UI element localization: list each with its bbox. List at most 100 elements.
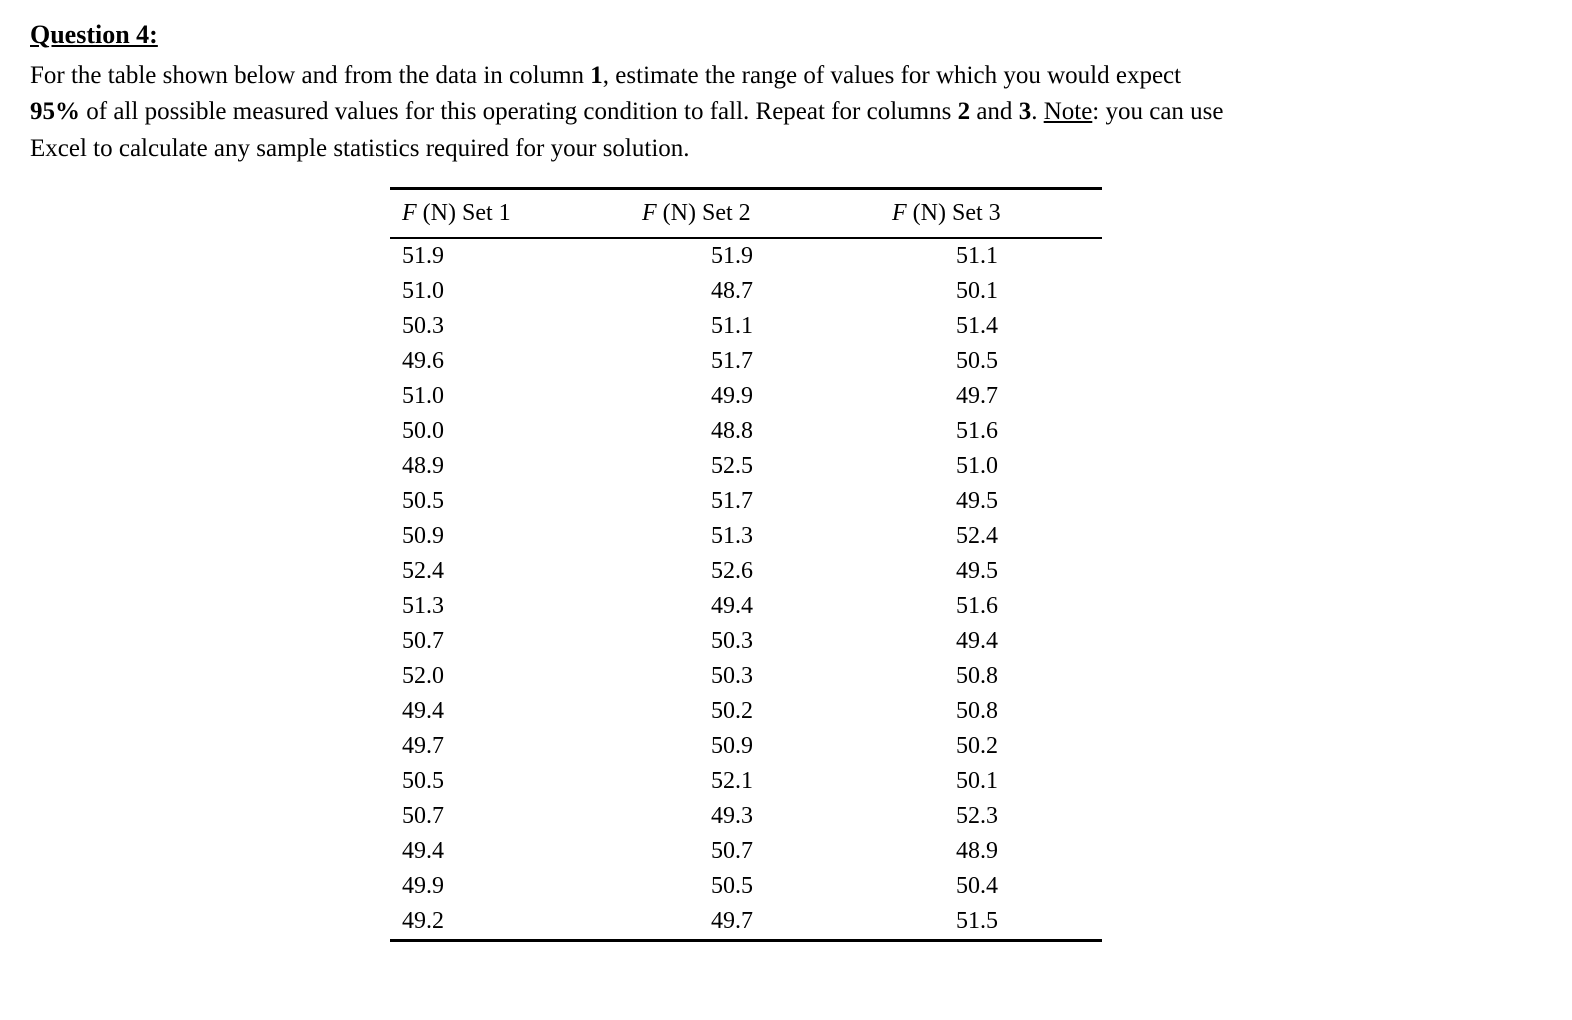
cell-set1: 51.0 (390, 379, 612, 414)
table-row: 50.750.349.4 (390, 624, 1102, 659)
cell-set2: 51.1 (612, 309, 852, 344)
cell-set1: 50.7 (390, 799, 612, 834)
table-row: 52.050.350.8 (390, 659, 1102, 694)
header-rest-1: (N) Set 1 (417, 200, 511, 226)
cell-set3: 50.4 (852, 869, 1102, 904)
cell-set3: 48.9 (852, 834, 1102, 869)
table-row: 50.951.352.4 (390, 519, 1102, 554)
table-row: 49.750.950.2 (390, 729, 1102, 764)
cell-set1: 49.9 (390, 869, 612, 904)
cell-set2: 51.7 (612, 344, 852, 379)
cell-set1: 49.6 (390, 344, 612, 379)
table-row: 50.351.151.4 (390, 309, 1102, 344)
table-row: 49.651.750.5 (390, 344, 1102, 379)
cell-set1: 49.4 (390, 694, 612, 729)
table-row: 50.048.851.6 (390, 414, 1102, 449)
body-text-4: and (970, 98, 1019, 125)
cell-set3: 51.0 (852, 449, 1102, 484)
cell-set2: 52.5 (612, 449, 852, 484)
cell-set2: 51.9 (612, 238, 852, 274)
cell-set3: 50.1 (852, 764, 1102, 799)
cell-set2: 50.9 (612, 729, 852, 764)
cell-set2: 52.6 (612, 554, 852, 589)
cell-set1: 50.3 (390, 309, 612, 344)
bold-4: 3 (1019, 98, 1032, 125)
cell-set2: 49.4 (612, 589, 852, 624)
table-row: 49.950.550.4 (390, 869, 1102, 904)
table-row: 50.749.352.3 (390, 799, 1102, 834)
header-rest-2: (N) Set 2 (657, 200, 751, 226)
cell-set3: 49.5 (852, 484, 1102, 519)
cell-set2: 50.2 (612, 694, 852, 729)
cell-set2: 48.7 (612, 274, 852, 309)
cell-set3: 51.5 (852, 904, 1102, 941)
cell-set3: 49.4 (852, 624, 1102, 659)
body-text-2: , estimate the range of values for which… (603, 62, 1181, 89)
table-row: 51.049.949.7 (390, 379, 1102, 414)
cell-set2: 49.7 (612, 904, 852, 941)
cell-set1: 50.0 (390, 414, 612, 449)
cell-set3: 51.4 (852, 309, 1102, 344)
table-row: 52.452.649.5 (390, 554, 1102, 589)
cell-set3: 50.8 (852, 659, 1102, 694)
cell-set1: 52.4 (390, 554, 612, 589)
cell-set3: 49.7 (852, 379, 1102, 414)
cell-set1: 52.0 (390, 659, 612, 694)
cell-set3: 51.6 (852, 589, 1102, 624)
cell-set2: 50.5 (612, 869, 852, 904)
data-table: F (N) Set 1 F (N) Set 2 F (N) Set 3 51.9… (390, 187, 1102, 942)
cell-set2: 52.1 (612, 764, 852, 799)
cell-set3: 52.4 (852, 519, 1102, 554)
cell-set3: 49.5 (852, 554, 1102, 589)
cell-set3: 51.6 (852, 414, 1102, 449)
cell-set2: 51.7 (612, 484, 852, 519)
cell-set1: 50.7 (390, 624, 612, 659)
cell-set1: 50.9 (390, 519, 612, 554)
cell-set3: 50.1 (852, 274, 1102, 309)
table-row: 48.952.551.0 (390, 449, 1102, 484)
header-col-3: F (N) Set 3 (852, 188, 1102, 238)
bold-3: 2 (958, 98, 971, 125)
note-label: Note (1044, 98, 1093, 125)
table-row: 49.249.751.5 (390, 904, 1102, 941)
table-header-row: F (N) Set 1 F (N) Set 2 F (N) Set 3 (390, 188, 1102, 238)
table-row: 50.551.749.5 (390, 484, 1102, 519)
bold-1: 1 (590, 62, 603, 89)
header-col-2: F (N) Set 2 (612, 188, 852, 238)
body-text-3: of all possible measured values for this… (80, 98, 958, 125)
cell-set1: 51.9 (390, 238, 612, 274)
cell-set2: 49.3 (612, 799, 852, 834)
header-rest-3: (N) Set 3 (907, 200, 1001, 226)
cell-set3: 51.1 (852, 238, 1102, 274)
question-body: For the table shown below and from the d… (30, 58, 1230, 167)
table-row: 51.349.451.6 (390, 589, 1102, 624)
cell-set3: 52.3 (852, 799, 1102, 834)
table-row: 49.450.748.9 (390, 834, 1102, 869)
cell-set3: 50.2 (852, 729, 1102, 764)
body-text-1: For the table shown below and from the d… (30, 62, 590, 89)
header-f-1: F (402, 200, 417, 226)
cell-set1: 49.7 (390, 729, 612, 764)
data-table-wrapper: F (N) Set 1 F (N) Set 2 F (N) Set 3 51.9… (390, 187, 1542, 942)
table-row: 49.450.250.8 (390, 694, 1102, 729)
question-title: Question 4: (30, 20, 1542, 50)
cell-set1: 50.5 (390, 764, 612, 799)
header-f-3: F (892, 200, 907, 226)
cell-set1: 51.0 (390, 274, 612, 309)
cell-set1: 48.9 (390, 449, 612, 484)
cell-set2: 50.7 (612, 834, 852, 869)
cell-set1: 49.4 (390, 834, 612, 869)
cell-set2: 48.8 (612, 414, 852, 449)
cell-set2: 50.3 (612, 624, 852, 659)
bold-2: 95% (30, 98, 80, 125)
cell-set3: 50.5 (852, 344, 1102, 379)
cell-set2: 51.3 (612, 519, 852, 554)
table-row: 51.951.951.1 (390, 238, 1102, 274)
cell-set1: 50.5 (390, 484, 612, 519)
body-text-5: . (1031, 98, 1044, 125)
cell-set2: 50.3 (612, 659, 852, 694)
header-col-1: F (N) Set 1 (390, 188, 612, 238)
cell-set1: 49.2 (390, 904, 612, 941)
table-row: 50.552.150.1 (390, 764, 1102, 799)
header-f-2: F (642, 200, 657, 226)
